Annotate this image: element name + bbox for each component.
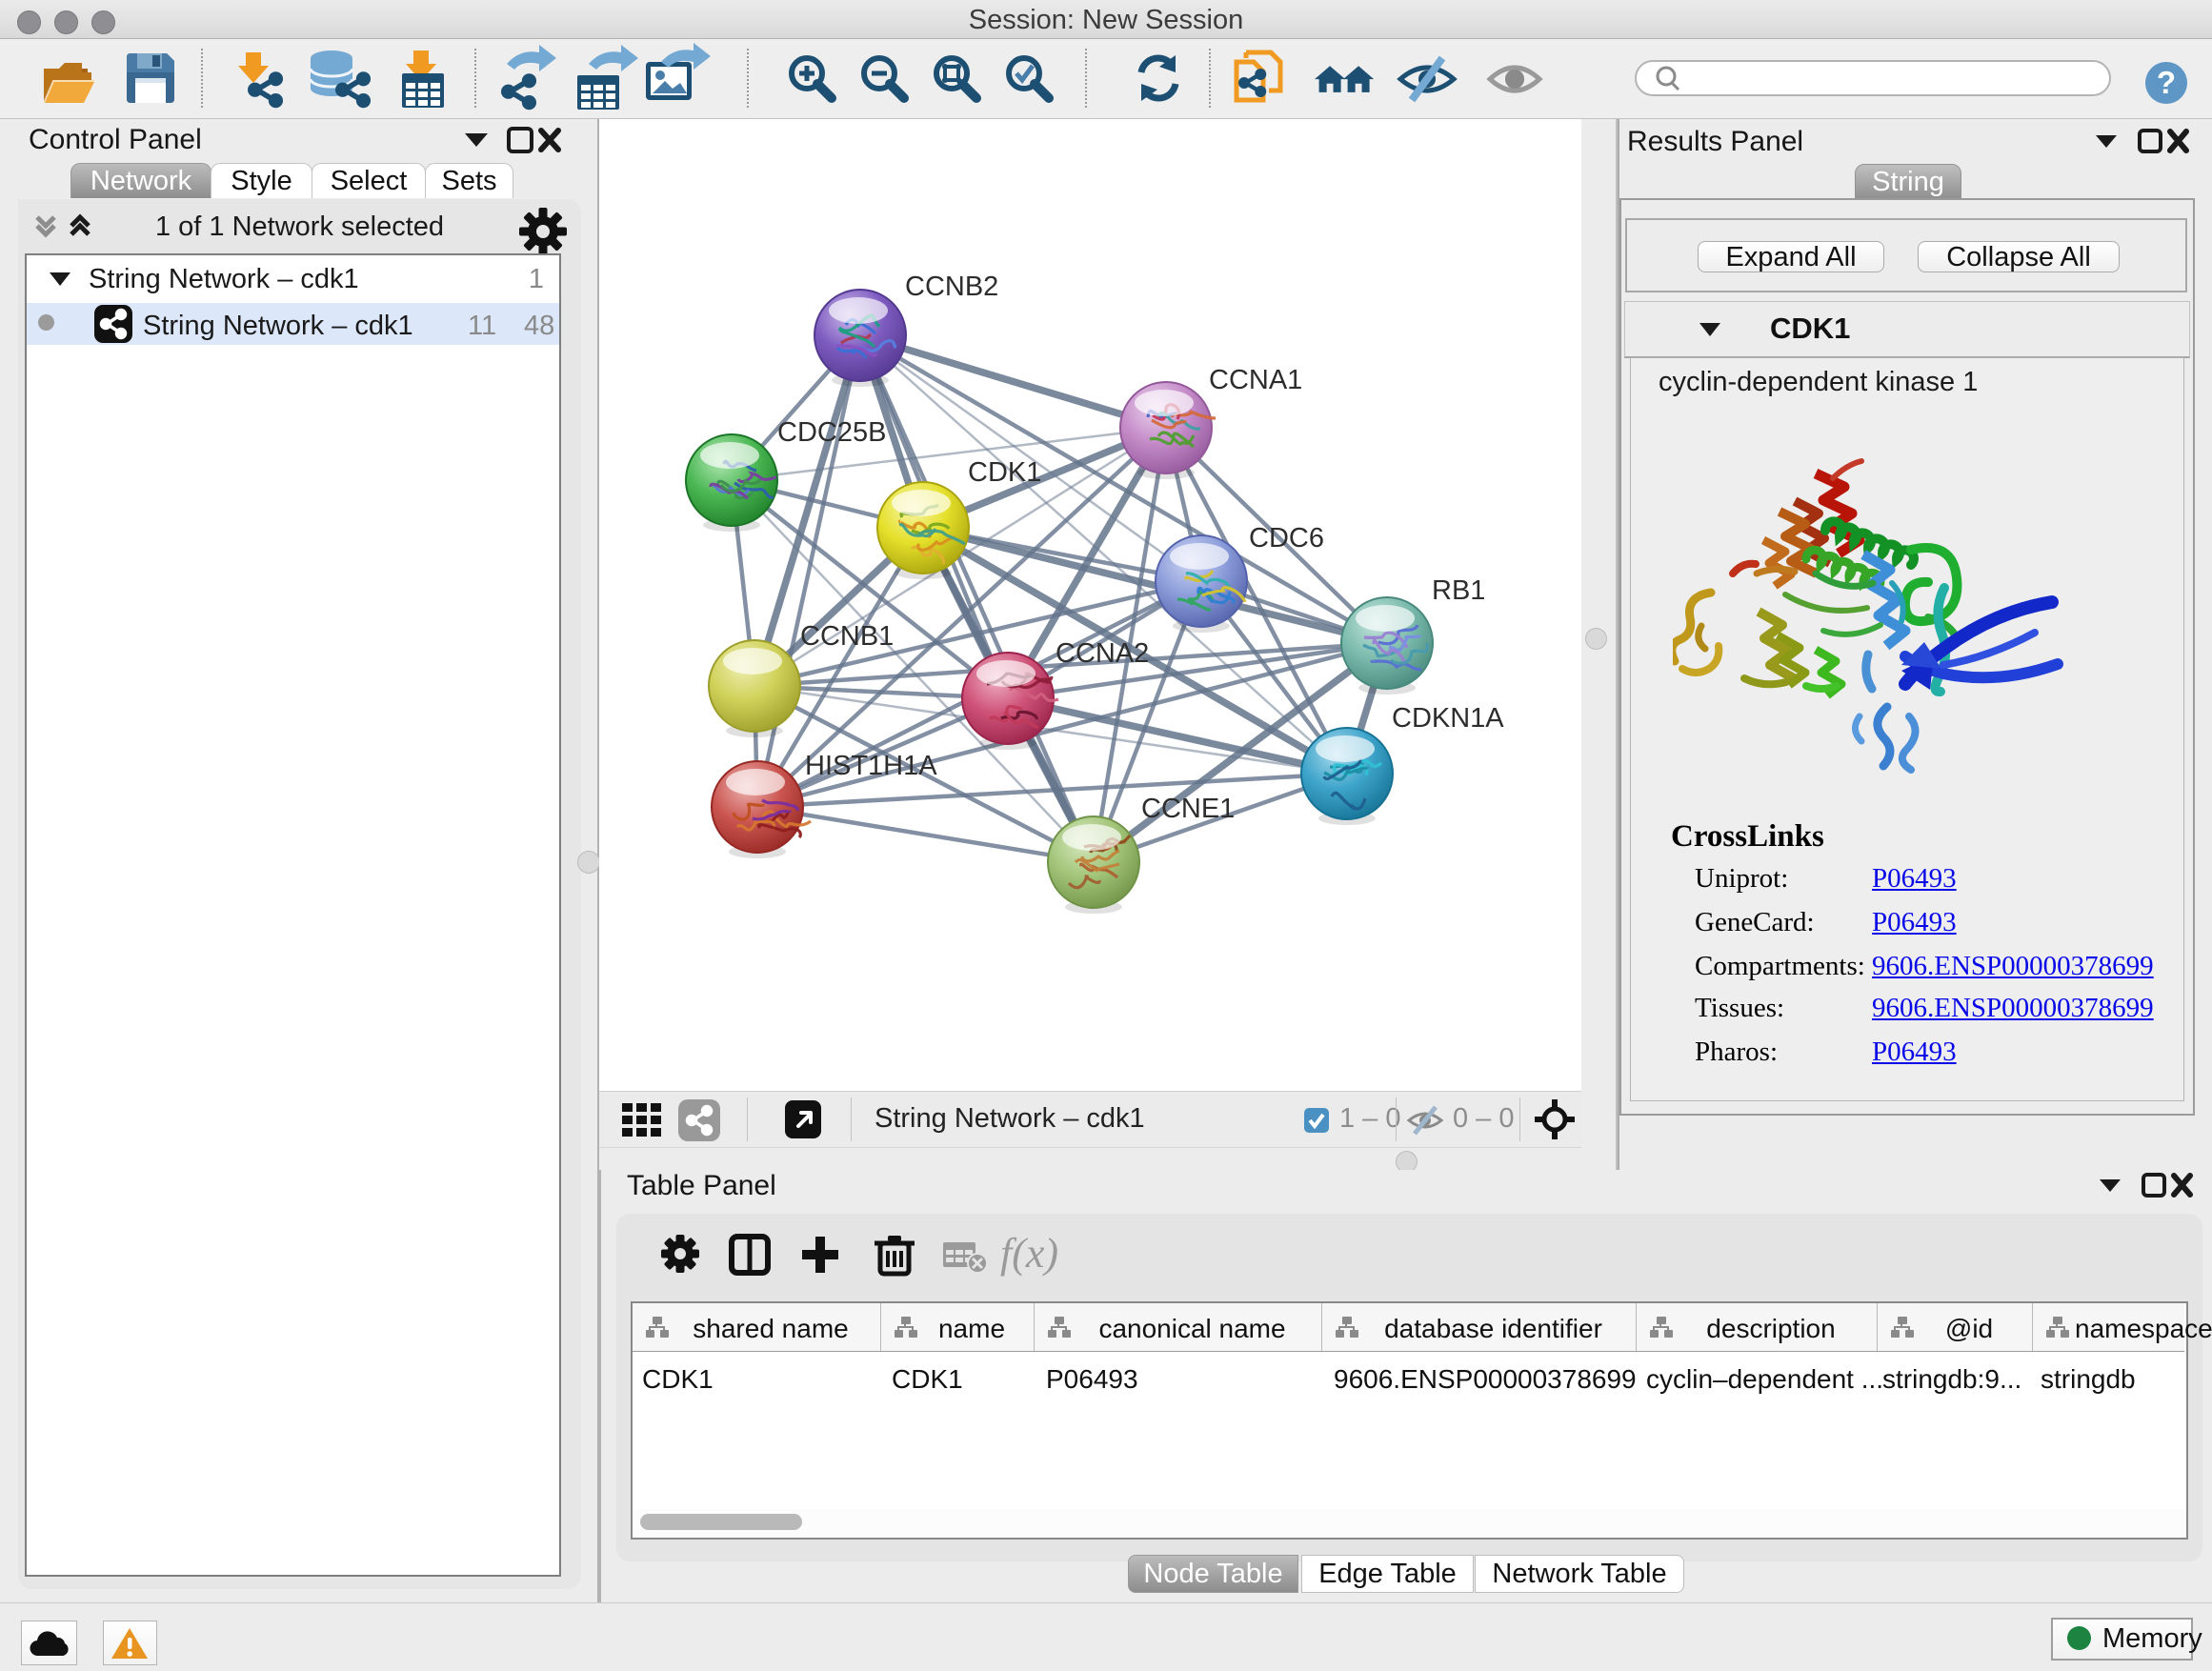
svg-text:CCNA2: CCNA2	[1056, 638, 1149, 669]
svg-text:HIST1H1A: HIST1H1A	[805, 751, 937, 781]
svg-text:CDC6: CDC6	[1249, 523, 1324, 554]
svg-text:CDK1: CDK1	[968, 457, 1041, 488]
svg-text:RB1: RB1	[1432, 575, 1485, 606]
svg-text:CDKN1A: CDKN1A	[1392, 703, 1504, 734]
svg-text:CCNE1: CCNE1	[1141, 794, 1235, 824]
svg-text:CCNB2: CCNB2	[905, 272, 998, 302]
svg-text:CCNB1: CCNB1	[800, 621, 894, 652]
svg-text:CCNA1: CCNA1	[1209, 365, 1302, 395]
svg-text:CDC25B: CDC25B	[777, 417, 886, 448]
